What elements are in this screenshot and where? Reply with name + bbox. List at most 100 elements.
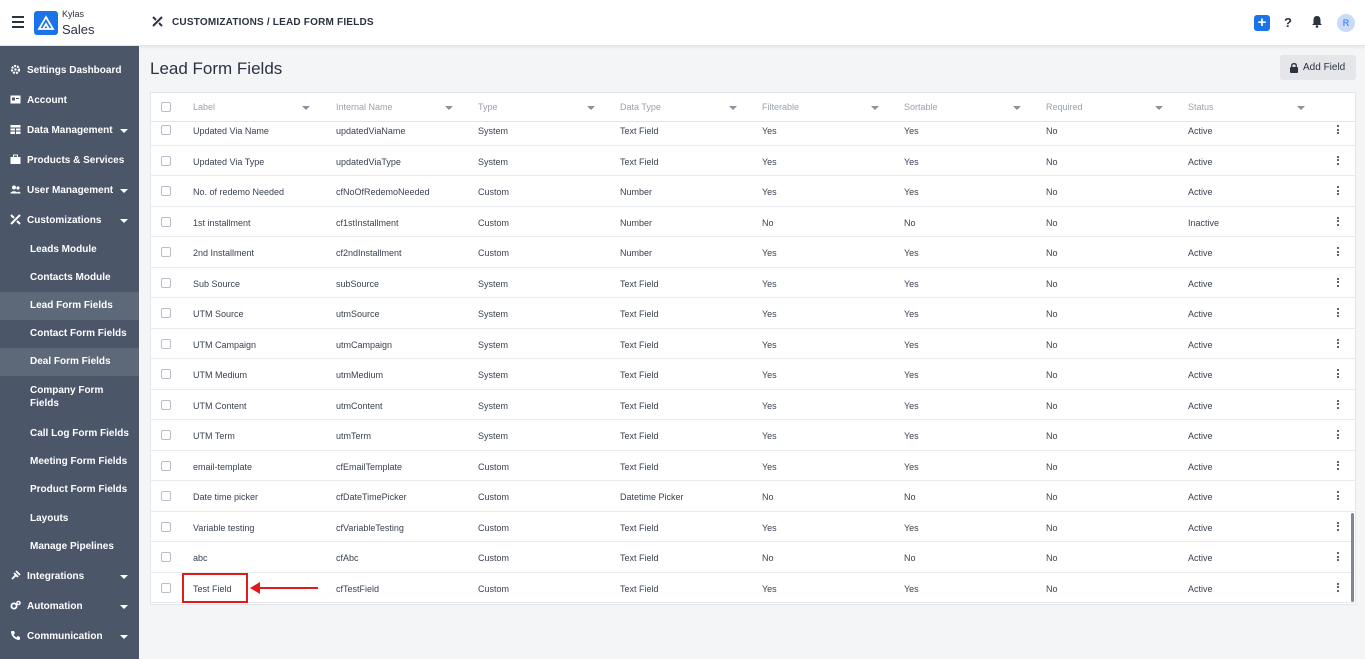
table-cell-type: Custom [478,522,510,533]
table-row[interactable]: abc cfAbc Custom Text Field No No No Active [151,542,1355,573]
sidebar-subitem-contact-form-fields[interactable]: Contact Form Fields [0,320,139,348]
sort-icon[interactable] [729,106,737,110]
table-cell-sortable: Yes [904,126,919,136]
row-checkbox[interactable] [161,247,171,257]
sidebar-item-integrations[interactable]: Integrations [0,563,139,589]
kebab-menu-icon[interactable] [1337,216,1339,228]
sidebar-item-automation[interactable]: Automation [0,593,139,619]
column-header-data-type[interactable]: Data Type [620,102,661,112]
table-row[interactable]: UTM Term utmTerm System Text Field Yes Yes No A… [151,420,1355,451]
kebab-menu-icon[interactable] [1337,247,1339,258]
select-all-checkbox[interactable] [161,102,171,112]
sort-icon[interactable] [1155,106,1163,110]
kebab-menu-icon[interactable] [1337,369,1339,380]
kebab-menu-icon[interactable] [1337,460,1339,472]
sidebar-item-products-services[interactable]: Products & Services [0,147,139,173]
avatar[interactable]: R [1337,14,1355,32]
table-row[interactable]: No. of redemo Needed cfNoOfRedemoNeeded Cu… [151,176,1355,207]
bell-icon[interactable] [1311,15,1323,33]
fields-table: Label Internal Name Type Data Type Filte… [150,92,1356,605]
help-button[interactable]: ? [1284,15,1292,30]
sort-icon[interactable] [302,106,310,110]
table-row[interactable]: 2nd Installment cf2ndInstallment Custom Num… [151,237,1355,268]
table-row[interactable]: email-template cfEmailTemplate Custom Text … [151,451,1355,481]
table-row[interactable]: Variable testing cfVariableTesting Custom T… [151,512,1355,542]
row-checkbox[interactable] [161,338,171,349]
table-row[interactable]: UTM Source utmSource System Text Field Yes Ye… [151,298,1355,329]
sidebar-subitem-product-form-fields[interactable]: Product Form Fields [0,476,139,504]
kebab-menu-icon[interactable] [1337,491,1339,502]
table-row[interactable]: UTM Medium utmMedium System Text Field Yes Ye… [151,359,1355,390]
sort-icon[interactable] [1013,106,1021,110]
row-checkbox[interactable] [161,521,171,532]
table-cell-data-type: Text Field [620,156,659,167]
table-row[interactable]: UTM Content utmContent System Text Field Yes… [151,390,1355,420]
kebab-menu-icon[interactable] [1337,308,1339,319]
sidebar-subitem-lead-form-fields[interactable]: Lead Form Fields [0,292,139,320]
row-checkbox[interactable] [161,125,171,135]
sidebar-subitem-meeting-form-fields[interactable]: Meeting Form Fields [0,448,139,476]
table-row[interactable]: UTM Campaign utmCampaign System Text Field Y… [151,329,1355,359]
column-header-sortable[interactable]: Sortable [904,102,938,112]
vertical-scrollbar[interactable] [1351,513,1354,602]
column-header-required[interactable]: Required [1046,102,1083,112]
row-checkbox[interactable] [161,155,171,166]
sidebar-item-data-management[interactable]: Data Management [0,117,139,143]
row-checkbox[interactable] [161,491,171,501]
table-row[interactable]: Test Field cfTestField Custom Text Field Yes… [151,573,1355,603]
sidebar-subitem-leads-module[interactable]: Leads Module [0,236,139,264]
chevron-down-icon [120,189,128,193]
row-checkbox[interactable] [161,552,171,562]
sidebar-item-user-management[interactable]: User Management [0,177,139,203]
row-checkbox[interactable] [161,460,171,471]
table-row[interactable]: Updated Via Name updatedViaName System Text… [151,115,1355,146]
row-checkbox[interactable] [161,430,171,440]
menu-icon[interactable] [12,16,24,28]
sidebar-subitem-layouts[interactable]: Layouts [0,505,139,533]
kebab-menu-icon[interactable] [1337,430,1339,441]
row-checkbox[interactable] [161,582,171,593]
row-checkbox[interactable] [161,277,171,288]
kebab-menu-icon[interactable] [1337,582,1339,594]
row-checkbox[interactable] [161,369,171,379]
row-checkbox[interactable] [161,399,171,410]
sidebar-subitem-company-form-fields[interactable]: Company Form Fields [0,376,139,420]
column-header-internal-name[interactable]: Internal Name [336,102,393,112]
sidebar-item-account[interactable]: Account [0,87,139,113]
sort-icon[interactable] [1297,106,1305,110]
sidebar-subitem-deal-form-fields[interactable]: Deal Form Fields [0,348,139,376]
row-checkbox[interactable] [161,216,171,227]
table-row[interactable]: Sub Source subSource System Text Field Yes Ye… [151,268,1355,298]
sort-icon[interactable] [871,106,879,110]
briefcase-icon [10,154,21,164]
sidebar-subitem-manage-pipelines[interactable]: Manage Pipelines [0,533,139,561]
kebab-menu-icon[interactable] [1337,521,1339,533]
sidebar-item-label: Account [27,95,67,106]
table-row[interactable]: Date time picker cfDateTimePicker Custom Da… [151,481,1355,512]
sort-icon[interactable] [587,106,595,110]
table-cell-data-type: Text Field [620,126,659,136]
sidebar-item-settings-dashboard[interactable]: Settings Dashboard [0,57,139,83]
sidebar-item-communication[interactable]: Communication [0,623,139,649]
column-header-type[interactable]: Type [478,102,498,112]
row-checkbox[interactable] [161,186,171,196]
kebab-menu-icon[interactable] [1337,155,1339,167]
add-field-button[interactable]: Add Field [1280,55,1356,80]
sidebar-item-customizations[interactable]: Customizations [0,207,139,233]
column-header-filterable[interactable]: Filterable [762,102,799,112]
row-checkbox[interactable] [161,308,171,318]
kebab-menu-icon[interactable] [1337,552,1339,563]
sidebar-subitem-call-log-form-fields[interactable]: Call Log Form Fields [0,420,139,448]
kebab-menu-icon[interactable] [1337,186,1339,197]
kebab-menu-icon[interactable] [1337,277,1339,289]
kebab-menu-icon[interactable] [1337,399,1339,411]
column-header-label[interactable]: Label [193,102,215,112]
column-header-status[interactable]: Status [1188,102,1214,112]
table-row[interactable]: Updated Via Type updatedViaType System Text… [151,146,1355,176]
sidebar-subitem-contacts-module[interactable]: Contacts Module [0,264,139,292]
kebab-menu-icon[interactable] [1337,338,1339,350]
quick-add-button[interactable]: + [1254,15,1270,31]
sort-icon[interactable] [445,106,453,110]
kebab-menu-icon[interactable] [1337,125,1339,136]
table-row[interactable]: 1st installment cf1stInstallment Custom Num… [151,207,1355,237]
